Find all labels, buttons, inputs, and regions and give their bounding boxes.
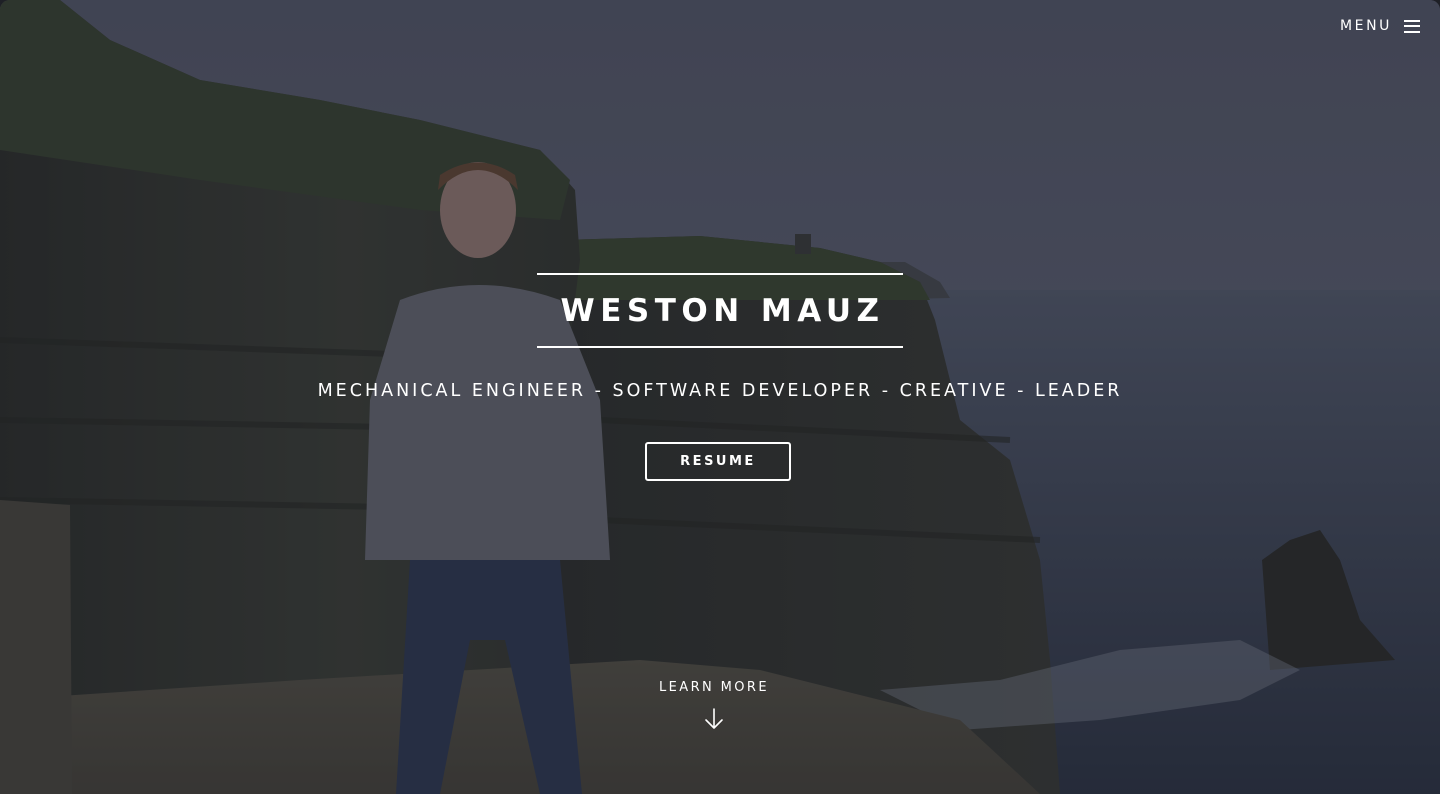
learn-more-label: LEARN MORE [659, 680, 769, 695]
hamburger-menu-icon [1404, 19, 1420, 33]
arrow-down-icon [705, 708, 723, 729]
hero-tagline: MECHANICAL ENGINEER - SOFTWARE DEVELOPER… [317, 381, 1123, 401]
menu-button[interactable]: MENU [1340, 14, 1420, 38]
menu-label: MENU [1339, 18, 1392, 34]
hero-section: MENU WESTON MAUZ MECHANICAL ENGINEER - S… [0, 0, 1440, 794]
hero-title-frame: WESTON MAUZ [537, 273, 903, 348]
resume-button[interactable]: RESUME [645, 442, 791, 481]
learn-more-link[interactable]: LEARN MORE [614, 680, 814, 731]
hero-title: WESTON MAUZ [560, 292, 885, 329]
